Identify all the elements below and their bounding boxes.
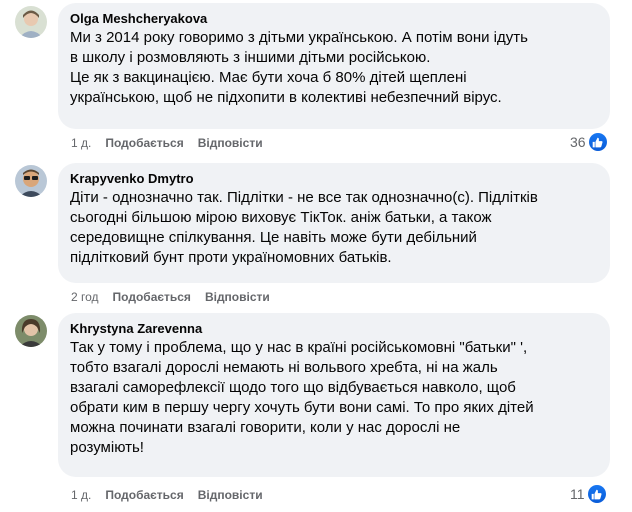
comment-time[interactable]: 1 д. [71,135,91,151]
reply-button[interactable]: Відповісти [205,289,270,305]
comment-bubble: Khrystyna Zarevenna Так у тому і проблем… [58,313,610,477]
avatar[interactable] [15,6,47,38]
reaction-count: 36 [570,134,586,150]
comment-author[interactable]: Olga Meshcheryakova [70,11,598,27]
comment-time[interactable]: 1 д. [71,487,91,503]
reaction-summary[interactable]: 11 [570,485,606,503]
comment-time[interactable]: 2 год [71,289,99,305]
avatar[interactable] [15,165,47,197]
comment-actions: 1 д. Подобається Відповісти [71,135,277,151]
like-button[interactable]: Подобається [113,289,191,305]
like-button[interactable]: Подобається [105,487,183,503]
comment-actions: 1 д. Подобається Відповісти [71,487,277,503]
comment-text: Так у тому і проблема, що у нас в країні… [70,339,534,456]
comment-author[interactable]: Khrystyna Zarevenna [70,321,598,337]
reaction-summary[interactable]: 36 [570,133,607,151]
comment-actions: 2 год Подобається Відповісти [71,289,284,305]
comment-bubble: Olga Meshcheryakova Ми з 2014 року говор… [58,3,610,129]
reply-button[interactable]: Відповісти [198,487,263,503]
comment-text: Діти - однозначно так. Підлітки - не все… [70,189,538,266]
comment-author[interactable]: Krapyvenko Dmytro [70,171,598,187]
like-button[interactable]: Подобається [105,135,183,151]
avatar[interactable] [15,315,47,347]
comment-text: Ми з 2014 року говоримо з дітьми українс… [70,29,528,106]
like-icon [587,485,606,503]
reaction-count: 11 [570,486,585,502]
reply-button[interactable]: Відповісти [198,135,263,151]
comment-bubble: Krapyvenko Dmytro Діти - однозначно так.… [58,163,610,283]
like-icon [588,133,607,151]
